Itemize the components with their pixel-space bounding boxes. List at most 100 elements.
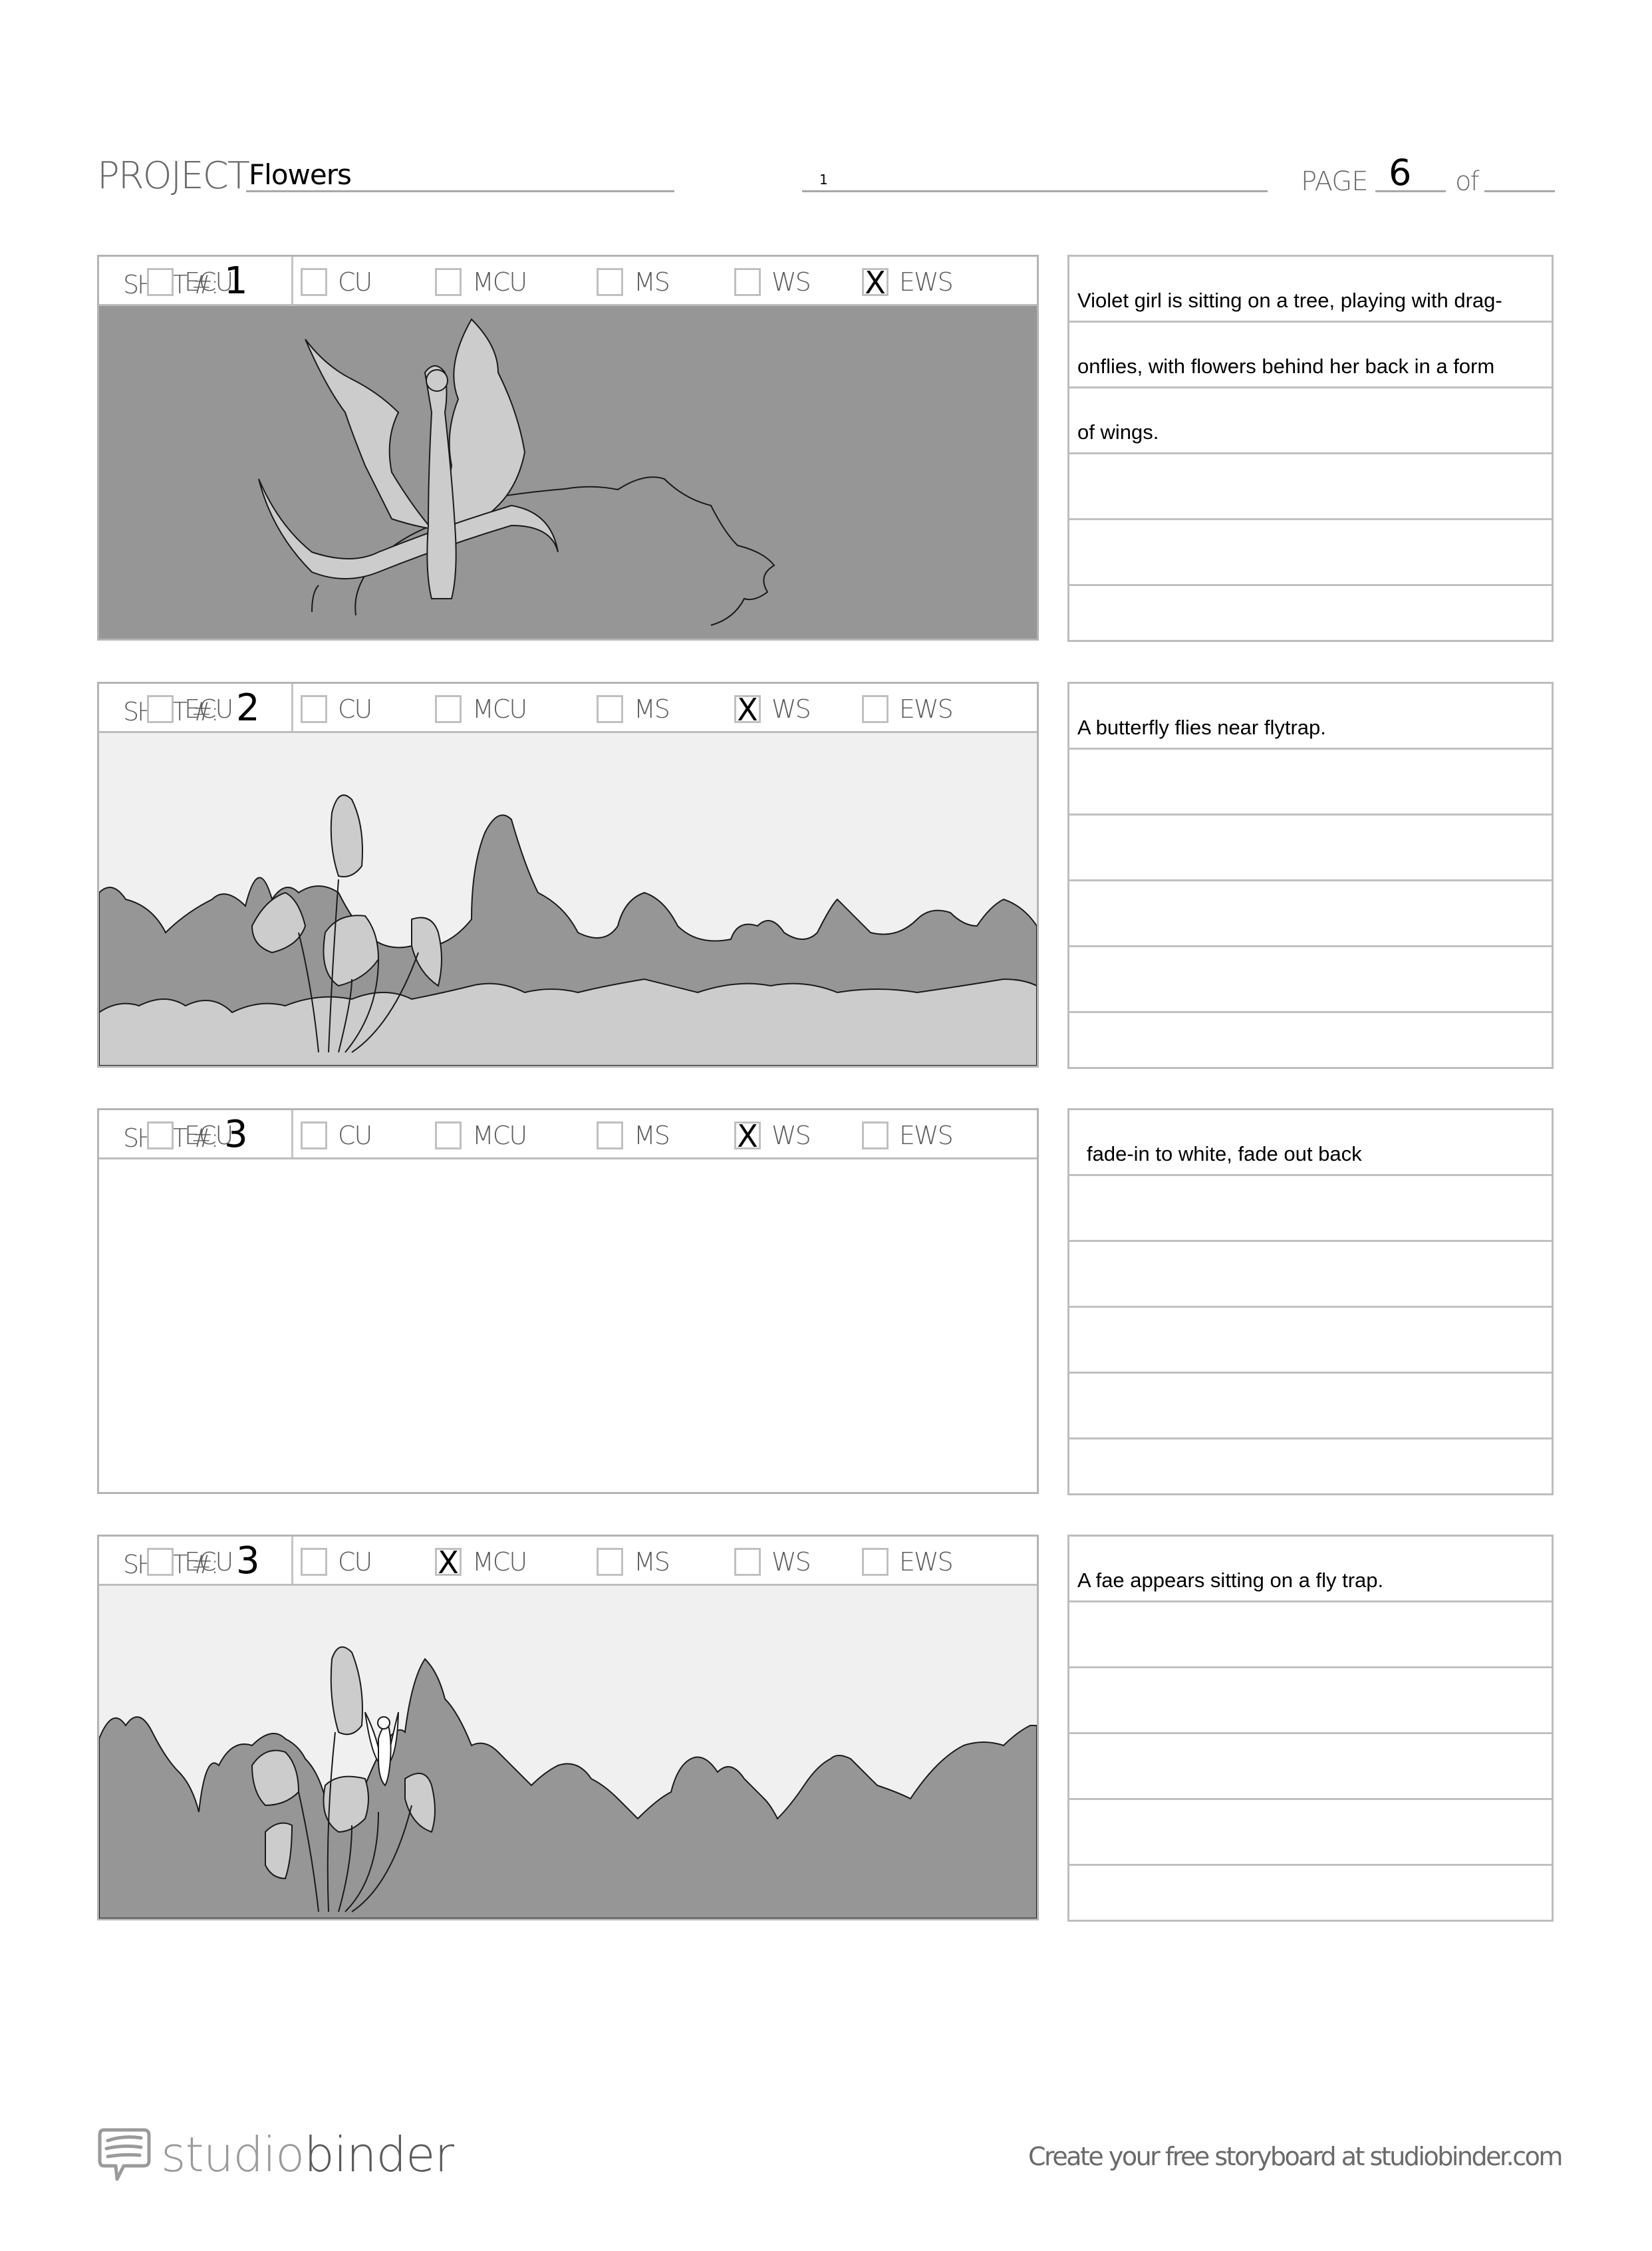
shot-type-option-ms[interactable]: MS xyxy=(597,694,670,724)
total-pages-field[interactable] xyxy=(1484,190,1555,192)
of-label: of xyxy=(1455,166,1480,197)
description-line[interactable] xyxy=(1069,1242,1552,1308)
page-number-field[interactable]: 6 xyxy=(1389,152,1411,194)
shot-block: SHOT #: 1 ECU CU xyxy=(0,255,1652,654)
project-name-field[interactable]: Flowers xyxy=(249,158,352,191)
shot-type-checkbox[interactable] xyxy=(597,1548,623,1576)
description-line[interactable] xyxy=(1069,1602,1552,1668)
shot-type-option-ecu[interactable]: ECU xyxy=(147,1547,233,1576)
shot-type-checkbox[interactable] xyxy=(862,1122,889,1149)
shot-type-checkbox[interactable] xyxy=(301,1548,327,1576)
shot-type-checkbox[interactable] xyxy=(435,1122,462,1149)
art-background xyxy=(99,306,1037,639)
shot-header: SHOT #: 1 ECU CU xyxy=(99,257,1037,306)
shot-type-option-ews[interactable]: EWS xyxy=(862,1547,954,1576)
description-line[interactable] xyxy=(1069,454,1552,520)
shot-type-option-ms[interactable]: MS xyxy=(597,267,670,297)
description-line[interactable]: A butterfly flies near flytrap. xyxy=(1069,684,1552,750)
description-line[interactable] xyxy=(1069,1439,1552,1503)
shot-type-option-ms[interactable]: MS xyxy=(597,1547,670,1576)
shot-type-checkbox[interactable] xyxy=(301,695,327,723)
shot-type-checkbox[interactable] xyxy=(435,695,462,723)
shot-type-checkbox[interactable] xyxy=(862,695,889,723)
shot-frame: SHOT #: 3 ECU CU xyxy=(97,1535,1039,1920)
shot-type-option-ws[interactable]: WS xyxy=(734,267,811,297)
episode-field[interactable]: 1 xyxy=(819,172,828,188)
shot-type-checkbox[interactable] xyxy=(435,268,462,296)
description-line[interactable] xyxy=(1069,1013,1552,1077)
description-line[interactable] xyxy=(1069,1800,1552,1866)
art-fairy-head xyxy=(426,369,448,392)
shot-type-checkbox[interactable]: X xyxy=(734,1118,761,1154)
shot-type-option-ecu[interactable]: ECU xyxy=(147,267,233,297)
shot-type-option-ms[interactable]: MS xyxy=(597,1121,670,1150)
description-line[interactable] xyxy=(1069,1176,1552,1242)
shot-type-option-ecu[interactable]: ECU xyxy=(147,1121,233,1150)
shot-type-checkbox[interactable] xyxy=(597,1122,623,1149)
description-line[interactable]: of wings. xyxy=(1069,388,1552,454)
shot-type-checkbox[interactable]: X xyxy=(862,265,889,301)
shot-type-option-ews[interactable]: X EWS xyxy=(862,265,954,301)
shot-type-option-ws[interactable]: X WS xyxy=(734,1118,811,1154)
description-line[interactable] xyxy=(1069,816,1552,881)
shot-number-value[interactable]: 3 xyxy=(236,1539,260,1582)
shot-type-label: CU xyxy=(338,694,372,724)
shot-type-option-mcu[interactable]: MCU xyxy=(435,1121,527,1150)
shot-sketch-canvas[interactable] xyxy=(99,1159,1037,1492)
description-line[interactable]: A fae appears sitting on a fly trap. xyxy=(1069,1537,1552,1602)
shot-type-checkbox[interactable] xyxy=(147,1122,174,1149)
shot-type-checkbox[interactable] xyxy=(301,268,327,296)
description-line[interactable]: onflies, with flowers behind her back in… xyxy=(1069,323,1552,388)
shot-type-label: EWS xyxy=(899,694,954,724)
shot-description-box: fade-in to white, fade out back xyxy=(1067,1108,1554,1495)
description-line[interactable] xyxy=(1069,750,1552,816)
shot-type-checkbox[interactable] xyxy=(862,1548,889,1576)
studiobinder-logo[interactable]: studio binder xyxy=(97,2126,454,2183)
shot-type-checkbox[interactable] xyxy=(734,1548,761,1576)
shot-block: SHOT #: 2 ECU CU xyxy=(0,682,1652,1081)
shot-type-option-cu[interactable]: CU xyxy=(301,1121,372,1150)
shot-type-checkbox[interactable] xyxy=(597,268,623,296)
description-line[interactable] xyxy=(1069,1374,1552,1439)
shot-sketch-canvas[interactable] xyxy=(99,306,1037,639)
description-line[interactable] xyxy=(1069,1734,1552,1800)
shot-type-checkbox[interactable] xyxy=(147,695,174,723)
shot-type-checkbox[interactable] xyxy=(147,268,174,296)
shot-type-checkbox[interactable]: X xyxy=(435,1545,462,1580)
description-text: A fae appears sitting on a fly trap. xyxy=(1077,1569,1384,1592)
description-line[interactable] xyxy=(1069,881,1552,947)
shot-type-option-ws[interactable]: WS xyxy=(734,1547,811,1576)
description-line[interactable] xyxy=(1069,586,1552,650)
shot-type-checkbox[interactable] xyxy=(147,1548,174,1576)
shot-sketch-canvas[interactable] xyxy=(99,1586,1037,1918)
description-line[interactable] xyxy=(1069,1668,1552,1734)
shot-type-label: MS xyxy=(634,1547,670,1576)
description-line[interactable] xyxy=(1069,1866,1552,1930)
shot-type-option-ws[interactable]: X WS xyxy=(734,692,811,728)
shot-type-option-mcu[interactable]: X MCU xyxy=(435,1545,527,1580)
shot-type-option-ecu[interactable]: ECU xyxy=(147,694,233,724)
shot-type-option-cu[interactable]: CU xyxy=(301,267,372,297)
shot-type-option-mcu[interactable]: MCU xyxy=(435,267,527,297)
description-line[interactable] xyxy=(1069,947,1552,1013)
shot-number-value[interactable]: 2 xyxy=(236,686,260,730)
shot-sketch-canvas[interactable] xyxy=(99,733,1037,1066)
description-line[interactable] xyxy=(1069,520,1552,586)
shot-type-option-cu[interactable]: CU xyxy=(301,1547,372,1576)
footer-cta-link[interactable]: Create your free storyboard at studiobin… xyxy=(1028,2142,1563,2171)
shot-type-checkbox[interactable] xyxy=(734,268,761,296)
shot-type-option-ews[interactable]: EWS xyxy=(862,1121,954,1150)
description-line[interactable]: fade-in to white, fade out back xyxy=(1069,1110,1552,1176)
shot-type-checkbox[interactable] xyxy=(597,695,623,723)
description-line[interactable] xyxy=(1069,1308,1552,1374)
shot-type-option-cu[interactable]: CU xyxy=(301,694,372,724)
shot-type-option-mcu[interactable]: MCU xyxy=(435,694,527,724)
description-line[interactable]: Violet girl is sitting on a tree, playin… xyxy=(1069,257,1552,323)
shot-type-checkbox[interactable] xyxy=(301,1122,327,1149)
shot-type-label: MS xyxy=(634,694,670,724)
shot-type-checkbox[interactable]: X xyxy=(734,692,761,728)
page-label: PAGE xyxy=(1301,166,1368,197)
shot-type-label: MCU xyxy=(472,267,527,297)
shot-type-option-ews[interactable]: EWS xyxy=(862,694,954,724)
check-x-mark-icon: X xyxy=(438,1545,459,1580)
